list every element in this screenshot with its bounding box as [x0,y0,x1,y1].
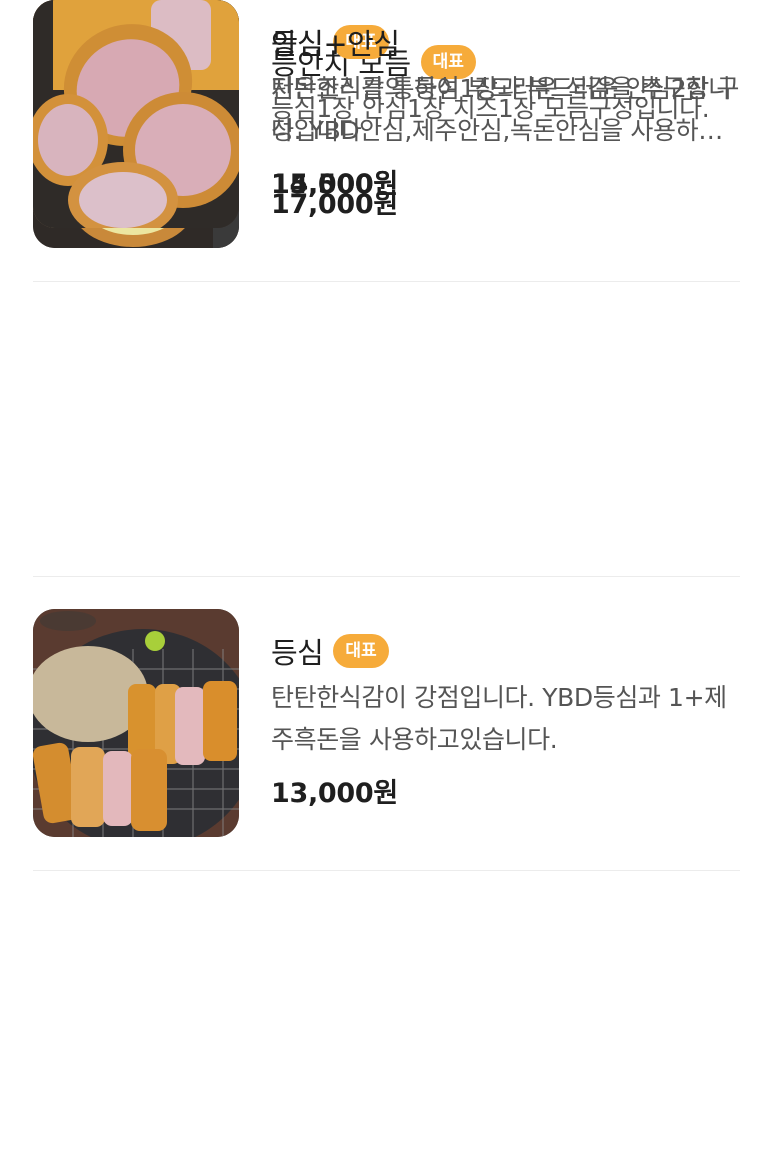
menu-list: 등안치 모듬 대표 등심1장 안심1장 치즈1장 모듬구성입니다. 17,000… [0,0,773,1154]
menu-item-price: 13,000원 [271,778,398,809]
menu-item-name: 등심 [271,636,324,670]
menu-item-photo [33,609,239,837]
menu-item[interactable]: 등심 대표 탄탄한식감이 강점입니다. YBD등심과 1+제주흑돈을 사용하고있… [33,609,740,837]
menu-item-name: 등심+안심 [271,27,400,61]
menu-item-price: 15,500원 [271,169,398,200]
divider [33,576,740,577]
divider [33,281,740,282]
signature-badge: 대표 [333,634,389,668]
menu-item-info: 등심 대표 탄탄한식감이 강점입니다. YBD등심과 1+제주흑돈을 사용하고있… [271,631,740,810]
divider [33,870,740,871]
menu-item-info: 등심+안심 탄탄한식감의 등심1장과 부드러운 안심2장 구성입니다 15,50… [271,22,740,201]
menu-item-title-row: 등심+안심 [271,22,740,62]
menu-item-description: 탄탄한식감이 강점입니다. YBD등심과 1+제주흑돈을 사용하고있습니다. [271,683,727,754]
menu-item-description: 탄탄한식감의 등심1장과 부드러운 안심2장 구성입니다 [271,74,740,145]
menu-item-title-row: 등심 대표 [271,631,740,671]
menu-item-photo [33,0,239,228]
menu-item[interactable]: 등심+안심 탄탄한식감의 등심1장과 부드러운 안심2장 구성입니다 15,50… [33,0,740,228]
